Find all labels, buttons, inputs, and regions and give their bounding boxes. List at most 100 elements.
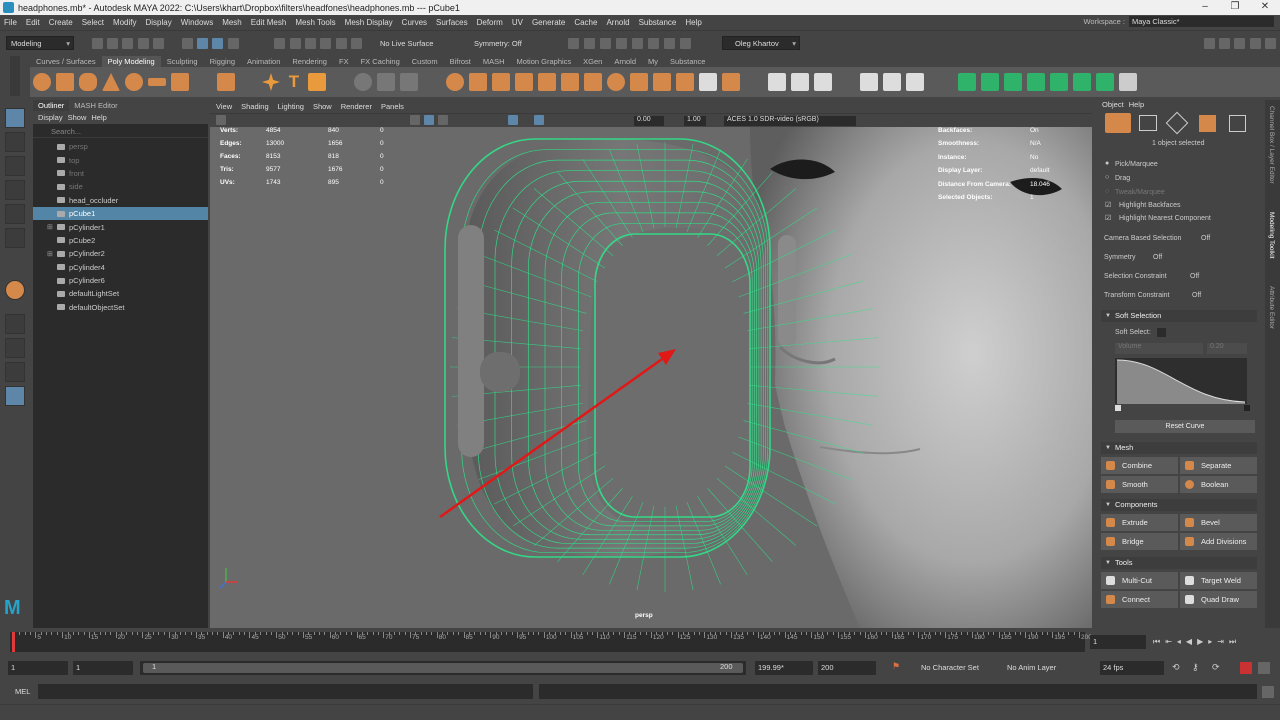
- menu-file[interactable]: File: [4, 18, 17, 27]
- mirror-icon[interactable]: [354, 73, 372, 91]
- user-account-dropdown[interactable]: Oleg Khartov: [722, 36, 800, 51]
- menu-substance[interactable]: Substance: [639, 18, 677, 27]
- tab-outliner[interactable]: Outliner: [33, 100, 70, 111]
- super-shape-icon[interactable]: [262, 73, 280, 91]
- save-scene-icon[interactable]: [122, 38, 133, 49]
- layout-uv-icon[interactable]: [1096, 73, 1114, 91]
- menu-arnold[interactable]: Arnold: [606, 18, 629, 27]
- toolkit-menu-help[interactable]: Help: [1129, 100, 1144, 111]
- outliner-item-top[interactable]: top: [33, 153, 208, 166]
- menu-windows[interactable]: Windows: [181, 18, 213, 27]
- bridge-button[interactable]: Bridge: [1101, 533, 1178, 550]
- minimize-button[interactable]: –: [1190, 0, 1220, 15]
- select-tool-icon[interactable]: [5, 108, 25, 128]
- time-slider[interactable]: 5 10 15 20 25 30 35 40 45 50 55 60 65 70 75 80 85 90 95 100…: [10, 632, 1092, 652]
- viewport-menu-view[interactable]: View: [216, 102, 232, 111]
- shelf-tab-bifrost[interactable]: Bifrost: [444, 56, 477, 67]
- edge-mode-icon[interactable]: [1165, 111, 1189, 135]
- toolkit-menu-object[interactable]: Object: [1102, 100, 1124, 111]
- menu-uv[interactable]: UV: [512, 18, 523, 27]
- poly-sphere-icon[interactable]: [33, 73, 51, 91]
- falloff-radius-field[interactable]: 0.20: [1207, 343, 1247, 354]
- poly-cone-icon[interactable]: [102, 73, 120, 91]
- soft-selection-header[interactable]: Soft Selection: [1101, 310, 1257, 322]
- shelf-tab-motion-graphics[interactable]: Motion Graphics: [511, 56, 578, 67]
- pause-icon[interactable]: [680, 38, 691, 49]
- boolean-difference-icon[interactable]: [584, 73, 602, 91]
- auto-key-icon[interactable]: ⚑: [892, 661, 900, 672]
- cylindrical-uv-icon[interactable]: [981, 73, 999, 91]
- transform-constraint-value[interactable]: Off: [1192, 292, 1201, 299]
- loop-icon[interactable]: ⟲: [1172, 662, 1180, 673]
- render-icon[interactable]: [584, 38, 595, 49]
- transform-constraint-label[interactable]: Transform Constraint: [1104, 292, 1169, 299]
- poly-cylinder-icon[interactable]: [79, 73, 97, 91]
- symmetry-label[interactable]: Symmetry: [1104, 254, 1136, 261]
- rotate-tool-icon[interactable]: [5, 204, 25, 224]
- menu-mesh-tools[interactable]: Mesh Tools: [295, 18, 335, 27]
- poly-cube-icon[interactable]: [56, 73, 74, 91]
- isolate-select-icon[interactable]: [508, 115, 518, 125]
- menu-modify[interactable]: Modify: [113, 18, 137, 27]
- select-component-icon[interactable]: [212, 38, 223, 49]
- outliner-toggle-icon[interactable]: [1265, 38, 1276, 49]
- outliner-item-defaultobjectset[interactable]: defaultObjectSet: [33, 301, 208, 314]
- viewport-menu-shading[interactable]: Shading: [241, 102, 269, 111]
- playback-start-field[interactable]: 1: [73, 661, 133, 675]
- outliner-item-front[interactable]: front: [33, 167, 208, 180]
- exposure-field[interactable]: 0.00: [634, 116, 664, 126]
- poly-torus-icon[interactable]: [125, 73, 143, 91]
- reset-curve-button[interactable]: Reset Curve: [1115, 420, 1255, 433]
- shelf-tab-animation[interactable]: Animation: [241, 56, 286, 67]
- combine-button[interactable]: Combine: [1101, 457, 1178, 474]
- menu-curves[interactable]: Curves: [402, 18, 427, 27]
- undo-icon[interactable]: [138, 38, 149, 49]
- connect-button[interactable]: Connect: [1101, 591, 1178, 608]
- add-divisions-button[interactable]: Add Divisions: [1180, 533, 1257, 550]
- shelf-tab-rendering[interactable]: Rendering: [286, 56, 333, 67]
- fill-hole-icon[interactable]: [400, 73, 418, 91]
- outliner-item-pcylinder1[interactable]: ⊞ pCylinder1: [33, 220, 208, 233]
- merge-icon[interactable]: [630, 73, 648, 91]
- uv-editor-icon[interactable]: [1050, 73, 1068, 91]
- arnold-render-icon[interactable]: [648, 38, 659, 49]
- type-tool-icon[interactable]: T: [285, 73, 303, 91]
- go-to-end-icon[interactable]: ⏭: [1229, 637, 1236, 647]
- uv-mode-icon[interactable]: [1229, 115, 1246, 132]
- combine-shelf-icon[interactable]: [446, 73, 464, 91]
- extrude-button[interactable]: Extrude: [1101, 514, 1178, 531]
- camera-select-icon[interactable]: [216, 115, 226, 125]
- key-icon[interactable]: ⚷: [1192, 662, 1199, 673]
- falloff-mode-dropdown[interactable]: Volume: [1115, 343, 1203, 354]
- offset-edge-loop-icon[interactable]: [791, 73, 809, 91]
- symmetry-value[interactable]: Off: [1153, 254, 1162, 261]
- tool-settings-toggle-icon[interactable]: [1234, 38, 1245, 49]
- add-divisions-icon[interactable]: [722, 73, 740, 91]
- menuset-dropdown[interactable]: Modeling: [6, 36, 74, 51]
- shelf-tab-arnold[interactable]: Arnold: [608, 56, 642, 67]
- shelf-tab-custom[interactable]: Custom: [406, 56, 444, 67]
- shelf-tab-fx-caching[interactable]: FX Caching: [355, 56, 406, 67]
- shelf-tab-curves-surfaces[interactable]: Curves / Surfaces: [30, 56, 102, 67]
- insert-edge-loop-icon[interactable]: [768, 73, 786, 91]
- snap-point-icon[interactable]: [305, 38, 316, 49]
- maximize-button[interactable]: ❐: [1220, 0, 1250, 15]
- snap-surface-icon[interactable]: [336, 38, 347, 49]
- selection-constraint-value[interactable]: Off: [1190, 273, 1199, 280]
- lasso-tool-icon[interactable]: [5, 132, 25, 152]
- outliner-menu-help[interactable]: Help: [91, 113, 106, 122]
- slide-edge-icon[interactable]: [814, 73, 832, 91]
- connect-shelf-icon[interactable]: [906, 73, 924, 91]
- highlight-backfaces-checkbox[interactable]: ☑: [1105, 201, 1111, 209]
- menu-surfaces[interactable]: Surfaces: [436, 18, 468, 27]
- current-time-marker[interactable]: [12, 632, 15, 652]
- shelf-tab-mash[interactable]: MASH: [477, 56, 511, 67]
- paint-select-icon[interactable]: [5, 156, 25, 176]
- wireframe-on-shaded-icon[interactable]: [438, 115, 448, 125]
- camera-based-selection-label[interactable]: Camera Based Selection: [1104, 235, 1181, 242]
- outliner-item-pcylinder4[interactable]: pCylinder4: [33, 261, 208, 274]
- curve-key-end[interactable]: [1244, 405, 1250, 411]
- last-tool-icon[interactable]: [5, 280, 25, 300]
- menu-select[interactable]: Select: [82, 18, 104, 27]
- expand-toggle-icon[interactable]: ⊞: [47, 223, 53, 231]
